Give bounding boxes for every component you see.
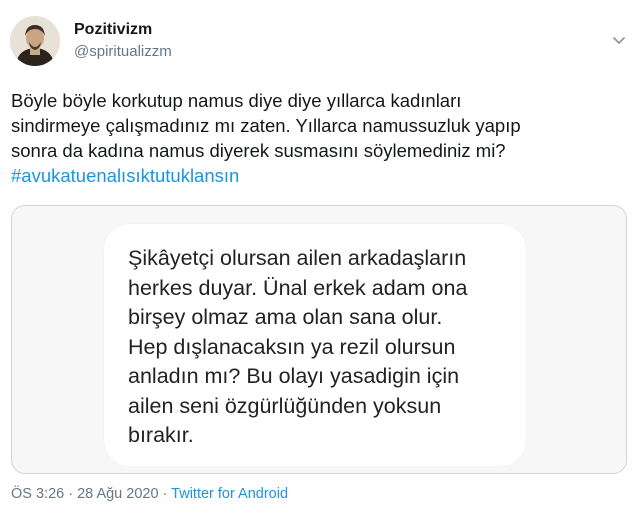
tweet-media-image[interactable]: Şikâyetçi olursan ailen arkadaşların her…: [11, 205, 627, 474]
hashtag-link[interactable]: #avukatuenalısıktutuklansın: [11, 165, 239, 186]
meta-separator: ·: [64, 486, 78, 502]
tweet-text: Böyle böyle korkutup namus diye diye yıl…: [11, 88, 621, 188]
image-text: Şikâyetçi olursan ailen arkadaşların her…: [128, 246, 468, 447]
tweet-body: Böyle böyle korkutup namus diye diye yıl…: [11, 90, 521, 161]
author-handle[interactable]: @spiritualizzm: [74, 43, 172, 60]
author-display-name[interactable]: Pozitivizm: [74, 21, 152, 39]
tweet-meta: ÖS 3:26 · 28 Ağu 2020 · Twitter for Andr…: [11, 486, 288, 502]
profile-photo-icon: [10, 16, 60, 66]
tweet-source-link[interactable]: Twitter for Android: [171, 486, 288, 502]
tweet-date[interactable]: 28 Ağu 2020: [77, 486, 158, 502]
tweet-time[interactable]: ÖS 3:26: [11, 486, 64, 502]
chevron-down-icon[interactable]: [612, 36, 626, 46]
avatar[interactable]: [10, 16, 60, 66]
message-card: Şikâyetçi olursan ailen arkadaşların her…: [104, 224, 526, 466]
meta-separator: ·: [158, 486, 172, 502]
